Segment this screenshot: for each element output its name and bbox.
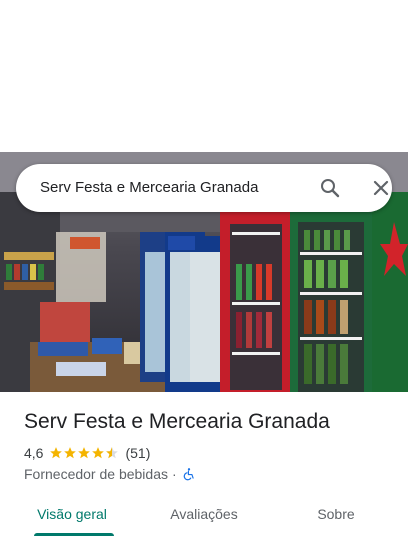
- search-icon[interactable]: [318, 176, 342, 200]
- star-half-icon: [106, 447, 119, 459]
- blank-area: [0, 0, 408, 152]
- separator-dot: ·: [172, 466, 177, 482]
- rating-stars: [49, 446, 119, 460]
- place-title: Serv Festa e Mercearia Granada: [24, 410, 330, 433]
- rating-value: 4,6: [24, 445, 44, 461]
- rating-row[interactable]: 4,6 (51): [24, 444, 150, 462]
- tab-about[interactable]: Sobre: [300, 496, 372, 532]
- search-query[interactable]: Serv Festa e Mercearia Granada: [40, 164, 258, 212]
- tab-overview[interactable]: Visão geral: [24, 496, 120, 532]
- star-icon: [64, 447, 77, 459]
- star-icon: [92, 447, 105, 459]
- category-label: Fornecedor de bebidas: [24, 466, 168, 482]
- wheelchair-accessible-icon: [183, 468, 194, 481]
- place-tabs: Visão geral Avaliações Sobre: [0, 496, 408, 544]
- search-bar[interactable]: Serv Festa e Mercearia Granada: [16, 164, 392, 212]
- star-icon: [78, 447, 91, 459]
- category-row: Fornecedor de bebidas ·: [24, 465, 196, 483]
- close-icon[interactable]: [369, 176, 393, 200]
- star-icon: [50, 447, 63, 459]
- review-count[interactable]: (51): [125, 445, 150, 461]
- tab-reviews[interactable]: Avaliações: [156, 496, 252, 532]
- selected-tab-indicator: [34, 533, 114, 536]
